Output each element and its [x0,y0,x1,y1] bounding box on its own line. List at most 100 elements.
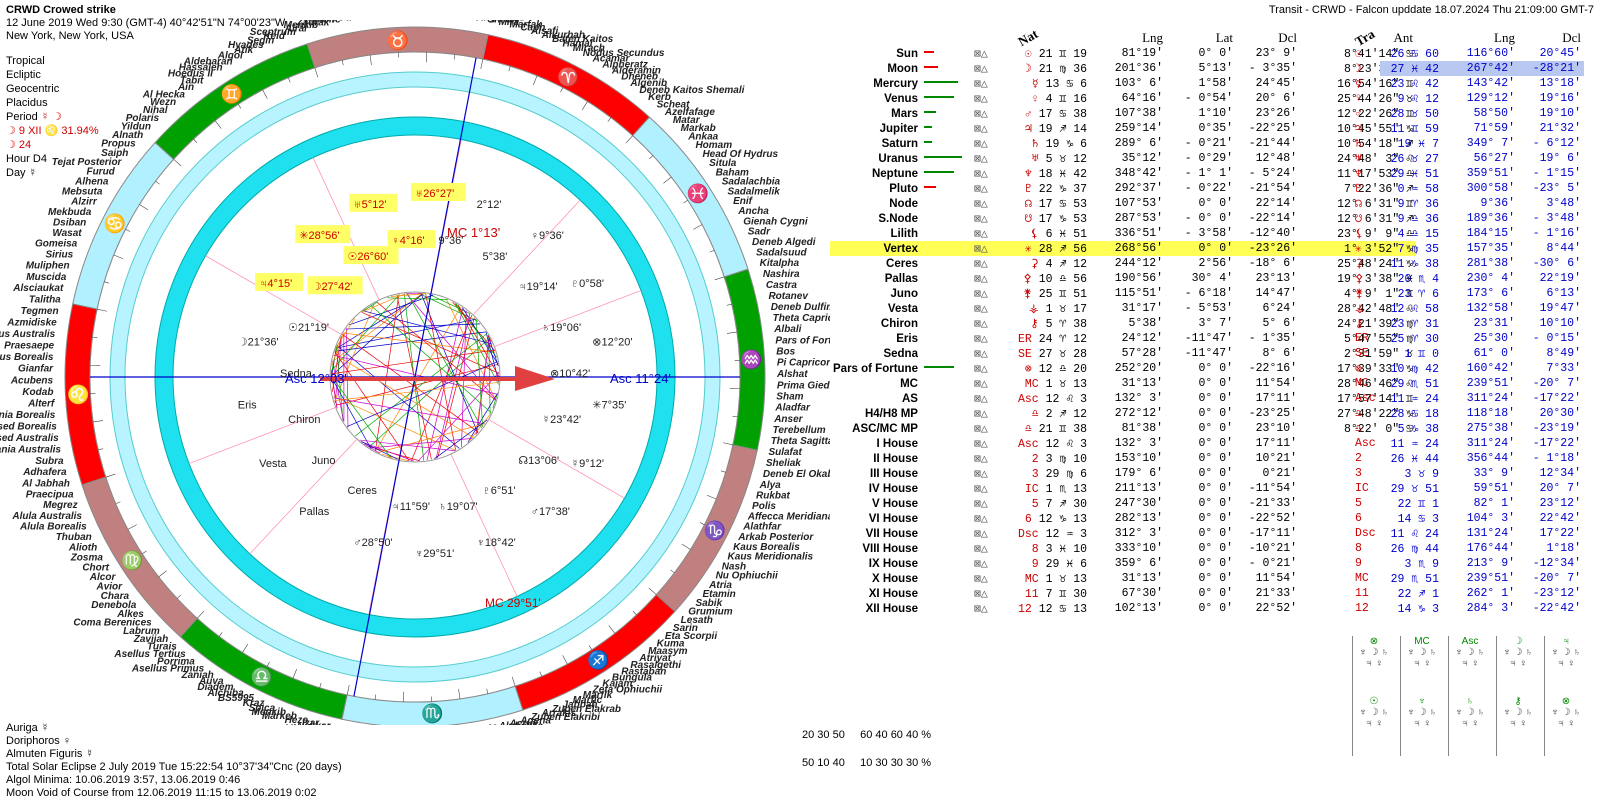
planet-position: ♄ 19 ♑ 6 [1031,138,1088,151]
natal-row[interactable]: XII House ⊠△ 12 12 ♋ 13 102°13' 0° 0' 22°52' [830,601,1416,616]
natal-row[interactable]: Mars ⊠△ ♂ 17 ♋ 38 107°38' 1°10' 23°26' 12°22'2… [830,106,1416,121]
transit-row[interactable]: 3 3 ♉ 9 33° 9' 12°34' [1352,466,1584,481]
natal-row[interactable]: VII House ⊠△ Dsc 12 ♒ 3 312° 3' 0° 0' -17°11' [830,526,1416,541]
natal-row[interactable]: MC ⊠△ MC 1 ♉ 13 31°13' 0° 0' 11°54' 28°46'46" … [830,376,1416,391]
natal-row[interactable]: Vertex ⊠△ ✳ 28 ♐ 56 268°56' 0° 0' -23°26' 1° 3… [830,241,1417,256]
transit-row[interactable]: 8 26 ♍ 44 176°44' 1°18' [1352,541,1584,556]
transit-row[interactable]: ♃ 11 ♊ 59 71°59' 21°32' [1352,121,1584,136]
transit-declination: 13°18' [1539,77,1581,90]
transit-row[interactable]: 6 14 ♋ 3 104° 3' 22°42' [1352,511,1584,526]
declination: -21°33' [1248,497,1298,510]
transit-position: 26 ♋ 60 [1390,48,1439,61]
planet-position: SE 27 ♉ 28 [1017,348,1088,361]
transit-row[interactable]: ⊗ 10 ♍ 42 160°42' 7°33' [1352,361,1584,376]
transit-row[interactable]: ♅ 26 ♉ 27 56°27' 19° 6' [1352,151,1584,166]
natal-row[interactable]: H4/H8 MP ⊠△ ♎ 2 ♐ 12 272°12' 0° 0' -23°25' 27°… [830,406,1416,421]
transit-row[interactable]: Asc 11 ♒ 24 311°24' -17°22' [1352,436,1584,451]
natal-row[interactable]: V House ⊠△ 5 7 ♐ 30 247°30' 0° 0' -21°33' [830,496,1416,511]
transit-row[interactable]: IC 29 ♉ 51 59°51' 20° 7' [1352,481,1584,496]
planet-label: Pallas [299,506,329,518]
transit-declination: 23°12' [1539,497,1581,510]
natal-row[interactable]: I House ⊠△ Asc 12 ♌ 3 132° 3' 0° 0' 17°11' [830,436,1416,451]
declination: 11°54' [1255,572,1298,585]
planet-position: 12 12 ♋ 13 [1017,603,1088,616]
planet-label: 9°36' [438,235,463,247]
natal-row[interactable]: Chiron ⊠△ ⚷ 5 ♈ 38 5°38' 3° 7' 5° 6' 24°21'39"… [830,316,1416,331]
natal-row[interactable]: Juno ⊠△ ⚵ 25 ♊ 51 115°51' - 6°18' 14°47' 4° 9'… [830,286,1416,301]
transit-row[interactable]: ♎ 5 ♑ 38 275°38' -23°19' [1352,421,1584,436]
natal-row[interactable]: Jupiter ⊠△ ♃ 19 ♐ 14 259°14' 0°35' -22°25' 10°… [830,121,1416,136]
transit-row[interactable]: ⚷ 23 ♈ 31 23°31' 10°10' [1352,316,1584,331]
transit-row[interactable]: ♂ 28 ♉ 50 58°50' 19°10' [1352,106,1584,121]
transit-row[interactable]: Asc 11 ♒ 24 311°24' -17°22' [1352,391,1584,406]
transit-row[interactable]: 5 22 ♊ 1 82° 1' 23°12' [1352,496,1584,511]
transit-row[interactable]: ♇ 0 ♒ 58 300°58' -23° 5' [1352,181,1584,196]
natal-row[interactable]: Venus ⊠△ ♀ 4 ♊ 16 64°16' - 0°54' 20° 6' 25°44'… [830,91,1416,106]
planet-label: ♃4°15' [259,278,292,290]
natal-row[interactable]: Saturn ⊠△ ♄ 19 ♑ 6 289° 6' - 0°21' -21°44' 10°… [830,136,1416,151]
transit-row[interactable]: ♀ 9 ♌ 12 129°12' 19°16' [1352,91,1584,106]
transit-row[interactable]: 12 14 ♑ 3 284° 3' -22°42' [1352,601,1584,616]
transit-row[interactable]: ⚸ 4 ♎ 15 184°15' - 1°16' [1352,226,1584,241]
natal-row[interactable]: VI House ⊠△ 6 12 ♑ 13 282°13' 0° 0' -22°52' [830,511,1416,526]
transit-row[interactable]: SE 1 ♊ 0 61° 0' 8°49' [1352,346,1584,361]
transit-row[interactable]: Dsc 11 ♌ 24 131°24' 17°22' [1352,526,1584,541]
transit-row[interactable]: 9 3 ♏ 9 213° 9' -12°34' [1352,556,1584,571]
transit-row[interactable]: ☽ 27 ♓ 42 267°42' -28°21' [1352,61,1584,76]
transit-row[interactable]: ☿ 23 ♌ 42 143°42' 13°18' [1352,76,1584,91]
transit-row[interactable]: ⚳ 11 ♑ 38 281°38' -30° 6' [1352,256,1584,271]
astrology-chart-wheel[interactable]: Sterope IIPleioneZaurakMenkibAlraiSceptr… [0,20,830,725]
transit-row[interactable]: ♆ 29 ♓ 51 359°51' - 1°15' [1352,166,1584,181]
transit-row[interactable]: ⚵ 23 ♈ 6 173° 6' 6°13' [1352,286,1584,301]
natal-row[interactable]: AS ⊠△ Asc 12 ♌ 3 132° 3' 0° 0' 17°11' 17°57'14… [830,391,1416,406]
transit-row[interactable]: 2 26 ♓ 44 356°44' - 1°18' [1352,451,1584,466]
natal-row[interactable]: S.Node ⊠△ ☋ 17 ♑ 53 287°53' - 0° 0' -22°14' 12… [830,211,1416,226]
natal-row[interactable]: Eris ⊠△ ER 24 ♈ 12 24°12' -11°47' - 1°35' 5°47… [830,331,1416,346]
longitude: 348°42' [1114,167,1164,180]
strength-bar [921,586,971,601]
transit-row[interactable]: ER 25 ♈ 30 25°30' - 0°15' [1352,331,1584,346]
natal-row[interactable]: II House ⊠△ 2 3 ♍ 10 153°10' 0° 0' 10°21' [830,451,1416,466]
natal-row[interactable]: Pallas ⊠△ ⚴ 10 ♎ 56 190°56' 30° 4' 23°13' 19° … [830,271,1416,286]
natal-row[interactable]: Neptune ⊠△ ♆ 18 ♓ 42 348°42' - 1° 1' - 5°24' 1… [830,166,1416,181]
transit-row[interactable]: ☋ 9 ♎ 36 189°36' - 3°48' [1352,211,1584,226]
transit-row[interactable]: ✳ 7 ♍ 35 157°35' 8°44' [1352,241,1584,256]
transit-declination: -17°22' [1532,437,1581,450]
transit-row[interactable]: MC 29 ♏ 51 239°51' -20° 7' [1352,376,1584,391]
natal-row[interactable]: Vesta ⊠△ ⚶ 1 ♉ 17 31°17' - 5°53' 6°24' 28°42'4… [830,301,1416,316]
latitude: 0°35' [1198,122,1234,135]
transit-row[interactable]: ☊ 9 ♈ 36 9°36' 3°48' [1352,196,1584,211]
transit-row[interactable]: ♎ 28 ♋ 18 118°18' 20°30' [1352,406,1584,421]
transit-row[interactable]: ⚴ 20 ♏ 4 230° 4' 22°19' [1352,271,1584,286]
transit-row[interactable]: ♄ 19 ♓ 7 349° 7' - 6°12' [1352,136,1584,151]
natal-row[interactable]: Sedna ⊠△ SE 27 ♉ 28 57°28' -11°47' 8° 6' 2°31'… [830,346,1416,361]
transit-glyph: ⚷ [1355,318,1364,331]
declination: -23°25' [1248,407,1298,420]
transit-glyph: ☉ [1355,48,1362,61]
natal-row[interactable]: XI House ⊠△ 11 7 ♊ 30 67°30' 0° 0' 21°33' [830,586,1416,601]
natal-row[interactable]: X House ⊠△ MC 1 ♉ 13 31°13' 0° 0' 11°54' [830,571,1416,586]
natal-row[interactable]: Ceres ⊠△ ⚳ 4 ♐ 12 244°12' 2°56' -18° 6' 25°48'… [830,256,1416,271]
natal-row[interactable]: Mercury ⊠△ ☿ 13 ♋ 6 103° 6' 1°58' 24°45' 16°54… [830,76,1416,91]
natal-row[interactable]: Lilith ⊠△ ⚸ 6 ♓ 51 336°51' - 3°58' -12°40' 23°… [830,226,1416,241]
natal-row[interactable]: Pluto ⊠△ ♇ 22 ♑ 37 292°37' - 0°22' -21°54' 7°2… [830,181,1416,196]
transit-row[interactable]: ⚶ 12 ♌ 58 132°58' 19°47' [1352,301,1584,316]
transit-row[interactable]: ☉ 26 ♋ 60 116°60' 20°45' [1352,46,1584,61]
natal-row[interactable]: ASC/MC MP ⊠△ ♎ 21 ♊ 38 81°38' 0° 0' 23°10' 8°2… [830,421,1416,436]
aspect-box-icon: ⊠△ [973,378,988,391]
latitude: - 6°18' [1184,287,1234,300]
natal-row[interactable]: IX House ⊠△ 9 29 ♓ 6 359° 6' 0° 0' - 0°21' [830,556,1416,571]
longitude: 81°38' [1121,422,1164,435]
natal-row[interactable]: VIII House ⊠△ 8 3 ♓ 10 333°10' 0° 0' -10°21' [830,541,1416,556]
natal-row[interactable]: IV House ⊠△ IC 1 ♏ 13 211°13' 0° 0' -11°54' [830,481,1416,496]
transit-declination: 22°19' [1539,272,1581,285]
transit-row[interactable]: MC 29 ♏ 51 239°51' -20° 7' [1352,571,1584,586]
natal-row[interactable]: Sun ⊠△ ☉ 21 ♊ 19 81°19' 0° 0' 23° 9' 8°41'14" … [830,46,1416,61]
dispositor-tree: ☉ ♆ ☽ ♄ ♃ ♀ [1352,696,1395,756]
natal-row[interactable]: Pars of Fortune ⊠△ ⊗ 12 ♎ 20 252°20' 0° 0' -2… [830,361,1416,376]
natal-row[interactable]: Uranus ⊠△ ♅ 5 ♉ 12 35°12' - 0°29' 12°48' 24°48… [830,151,1416,166]
natal-row[interactable]: Node ⊠△ ☊ 17 ♋ 53 107°53' 0° 0' 22°14' 12° 6'3… [830,196,1416,211]
natal-row[interactable]: III House ⊠△ 3 29 ♍ 6 179° 6' 0° 0' 0°21' [830,466,1416,481]
natal-row[interactable]: Moon ⊠△ ☽ 21 ♍ 36 201°36' 5°13' - 3°35' 8°23'3… [830,61,1416,76]
transit-row[interactable]: 11 22 ♐ 1 262° 1' -23°12' [1352,586,1584,601]
